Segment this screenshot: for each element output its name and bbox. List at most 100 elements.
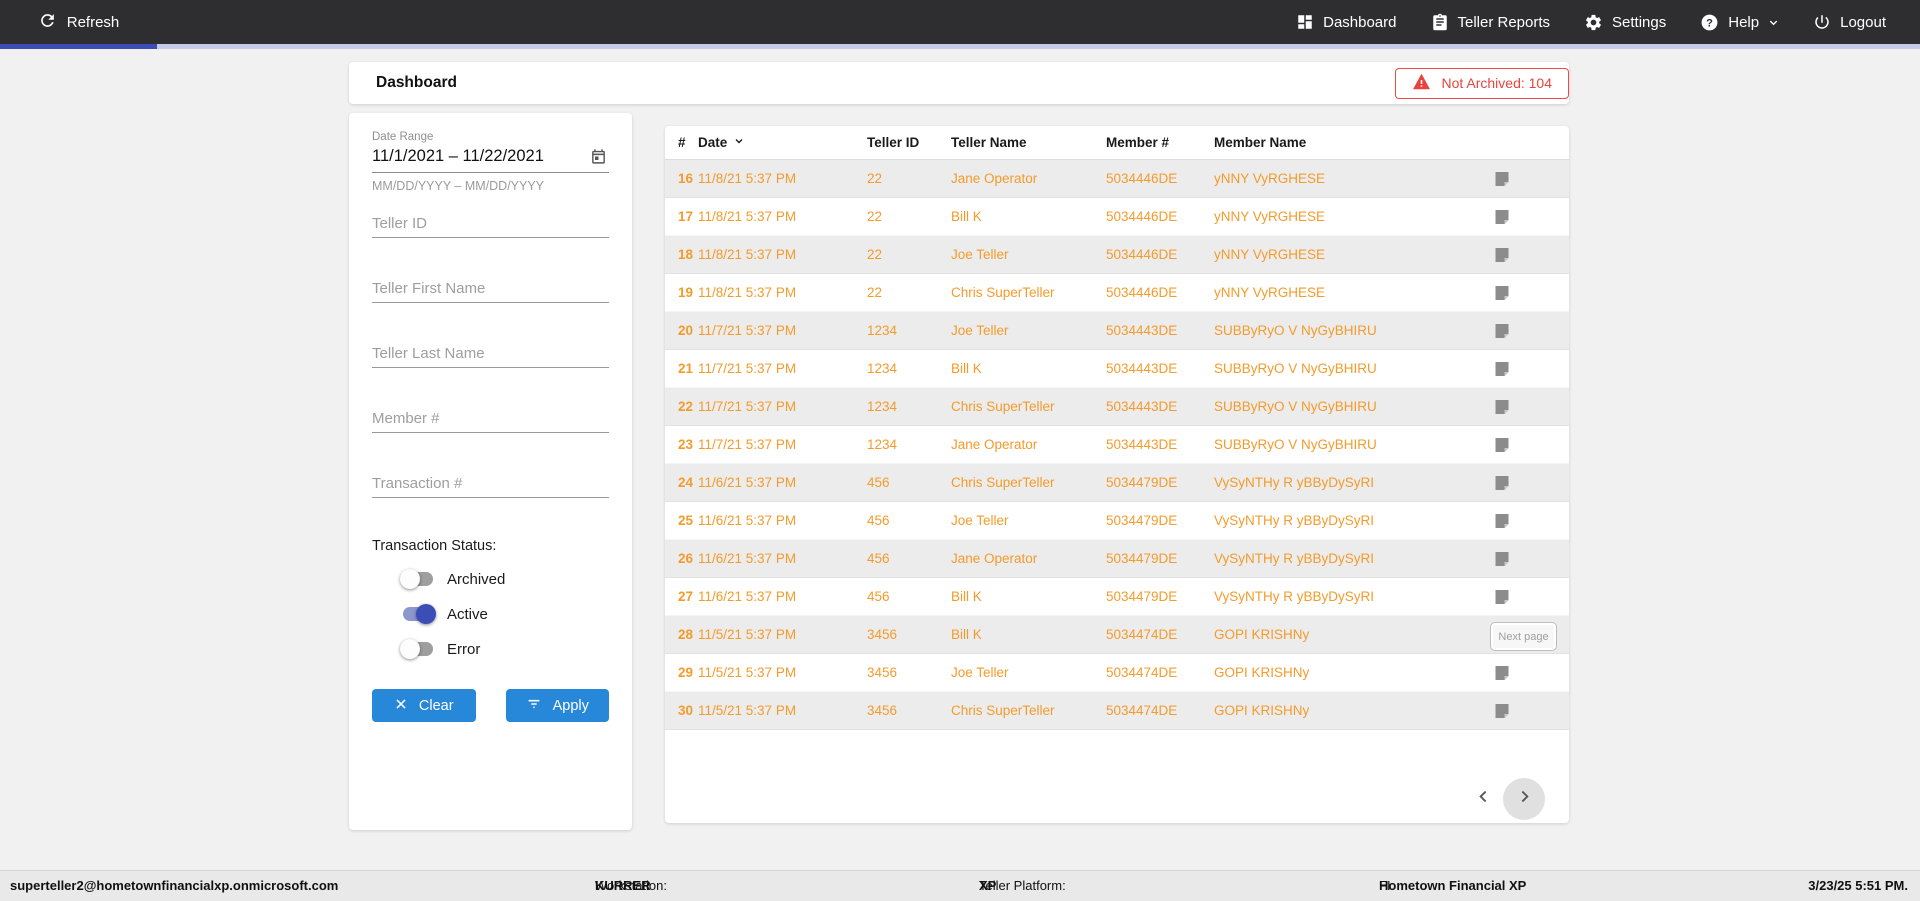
table-row[interactable]: 28 11/5/21 5:37 PM 3456 Bill K 5034474DE GOPI…	[665, 616, 1569, 654]
nav-settings[interactable]: Settings	[1584, 13, 1666, 32]
table-row[interactable]: 22 11/7/21 5:37 PM 1234 Chris SuperTeller 50…	[665, 388, 1569, 426]
row-number: 16	[678, 171, 694, 186]
note-icon[interactable]	[1487, 703, 1569, 719]
toggle-archived[interactable]: Archived	[400, 569, 609, 589]
note-icon[interactable]	[1487, 285, 1569, 301]
row-teller-name: Bill K	[951, 589, 982, 604]
col-header-date[interactable]: Date	[698, 135, 867, 150]
previous-page-button[interactable]	[1471, 787, 1495, 811]
col-header-number[interactable]: #	[678, 135, 698, 150]
row-number: 20	[678, 323, 694, 338]
next-page-button[interactable]	[1503, 778, 1545, 820]
archived-switch[interactable]	[400, 569, 436, 589]
calendar-icon[interactable]	[590, 148, 607, 165]
table-row[interactable]: 30 11/5/21 5:37 PM 3456 Chris SuperTeller 50…	[665, 692, 1569, 730]
row-teller-name: Bill K	[951, 361, 982, 376]
row-member-name: yNNY VyRGHESE	[1214, 171, 1326, 186]
note-icon[interactable]	[1487, 399, 1569, 415]
not-archived-label: Not Archived: 104	[1441, 75, 1552, 91]
member-number-input[interactable]	[372, 404, 609, 433]
row-number: 17	[678, 209, 694, 224]
note-icon[interactable]	[1487, 361, 1569, 377]
sort-desc-icon	[733, 135, 745, 150]
table-row[interactable]: 17 11/8/21 5:37 PM 22 Bill K 5034446DE yNNY V…	[665, 198, 1569, 236]
table-row[interactable]: 18 11/8/21 5:37 PM 22 Joe Teller 5034446DE yN…	[665, 236, 1569, 274]
col-header-teller-id[interactable]: Teller ID	[867, 135, 951, 150]
row-member-number: 5034446DE	[1106, 209, 1178, 224]
row-teller-id: 456	[867, 513, 890, 528]
row-teller-id: 3456	[867, 703, 898, 718]
row-date: 11/5/21 5:37 PM	[698, 627, 797, 642]
row-member-number: 5034443DE	[1106, 399, 1178, 414]
row-member-number: 5034479DE	[1106, 589, 1178, 604]
note-icon[interactable]	[1487, 437, 1569, 453]
row-member-number: 5034479DE	[1106, 513, 1178, 528]
next-page-tooltip: Next page	[1490, 622, 1557, 651]
not-archived-badge[interactable]: Not Archived: 104	[1395, 67, 1569, 99]
apply-button[interactable]: Apply	[505, 689, 609, 722]
teller-first-name-input[interactable]	[372, 274, 609, 303]
transaction-number-input[interactable]	[372, 469, 609, 498]
table-row[interactable]: 20 11/7/21 5:37 PM 1234 Joe Teller 5034443DE…	[665, 312, 1569, 350]
row-teller-id: 22	[867, 285, 883, 300]
row-teller-name: Jane Operator	[951, 551, 1038, 566]
row-date: 11/8/21 5:37 PM	[698, 171, 797, 186]
note-icon[interactable]	[1487, 513, 1569, 529]
table-row[interactable]: 19 11/8/21 5:37 PM 22 Chris SuperTeller 5034…	[665, 274, 1569, 312]
table-row[interactable]: 26 11/6/21 5:37 PM 456 Jane Operator 5034479…	[665, 540, 1569, 578]
table-row[interactable]: 21 11/7/21 5:37 PM 1234 Bill K 5034443DE SUBB…	[665, 350, 1569, 388]
note-icon[interactable]	[1487, 589, 1569, 605]
row-date: 11/7/21 5:37 PM	[698, 361, 797, 376]
nav-logout-label: Logout	[1840, 13, 1886, 31]
row-teller-name: Bill K	[951, 209, 982, 224]
row-date: 11/8/21 5:37 PM	[698, 209, 797, 224]
teller-last-name-input[interactable]	[372, 339, 609, 368]
date-range-helper: MM/DD/YYYY – MM/DD/YYYY	[372, 179, 545, 193]
note-icon[interactable]	[1487, 209, 1569, 225]
toggle-active[interactable]: Active	[400, 604, 609, 624]
clear-label: Clear	[418, 697, 454, 714]
refresh-button[interactable]: Refresh	[0, 0, 157, 44]
error-label: Error	[447, 640, 481, 658]
row-date: 11/7/21 5:37 PM	[698, 399, 797, 414]
row-teller-name: Bill K	[951, 627, 982, 642]
col-header-teller-name[interactable]: Teller Name	[951, 135, 1106, 150]
teller-id-input[interactable]	[372, 209, 609, 238]
note-icon[interactable]	[1487, 551, 1569, 567]
row-date: 11/5/21 5:37 PM	[698, 665, 797, 680]
dashboard-grid-icon	[1296, 13, 1314, 31]
svg-text:?: ?	[1706, 17, 1713, 29]
date-range-input[interactable]	[372, 147, 572, 166]
note-icon[interactable]	[1487, 323, 1569, 339]
active-tab-indicator	[0, 44, 157, 49]
col-header-member-name[interactable]: Member Name	[1214, 135, 1487, 150]
row-number: 27	[678, 589, 694, 604]
row-date: 11/8/21 5:37 PM	[698, 285, 797, 300]
table-row[interactable]: 29 11/5/21 5:37 PM 3456 Joe Teller 5034474DE…	[665, 654, 1569, 692]
nav-help[interactable]: ? Help	[1700, 13, 1779, 32]
table-row[interactable]: 23 11/7/21 5:37 PM 1234 Jane Operator 503444…	[665, 426, 1569, 464]
active-switch[interactable]	[400, 604, 436, 624]
nav-dashboard-label: Dashboard	[1323, 13, 1397, 31]
clear-button[interactable]: Clear	[372, 689, 476, 722]
note-icon[interactable]	[1487, 475, 1569, 491]
row-member-name: SUBByRyO V NyGyBHIRU	[1214, 399, 1377, 414]
col-header-member-number[interactable]: Member #	[1106, 135, 1214, 150]
row-number: 28	[678, 627, 694, 642]
note-icon[interactable]	[1487, 247, 1569, 263]
row-number: 29	[678, 665, 694, 680]
table-row[interactable]: 24 11/6/21 5:37 PM 456 Chris SuperTeller 503…	[665, 464, 1569, 502]
nav-logout[interactable]: Logout	[1813, 13, 1886, 31]
note-icon[interactable]	[1487, 171, 1569, 187]
error-switch[interactable]	[400, 639, 436, 659]
toggle-error[interactable]: Error	[400, 639, 609, 659]
nav-dashboard[interactable]: Dashboard	[1296, 13, 1397, 31]
row-teller-name: Chris SuperTeller	[951, 475, 1055, 490]
note-icon[interactable]	[1487, 665, 1569, 681]
status-bar: superteller2@hometownfinancialxp.onmicro…	[0, 870, 1920, 901]
nav-teller-reports[interactable]: Teller Reports	[1431, 13, 1550, 31]
table-row[interactable]: 16 11/8/21 5:37 PM 22 Jane Operator 5034446D…	[665, 160, 1569, 198]
table-row[interactable]: 27 11/6/21 5:37 PM 456 Bill K 5034479DE VySyN…	[665, 578, 1569, 616]
table-row[interactable]: 25 11/6/21 5:37 PM 456 Joe Teller 5034479DE V…	[665, 502, 1569, 540]
date-range-field[interactable]	[372, 143, 609, 173]
